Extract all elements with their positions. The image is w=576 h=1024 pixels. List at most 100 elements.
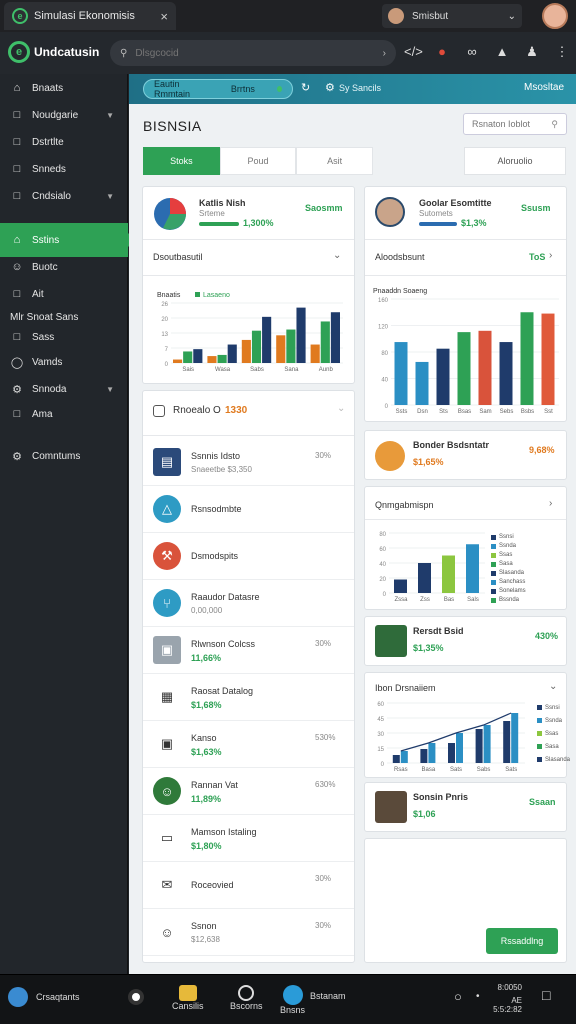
card-pct: 1,300%	[243, 218, 274, 228]
sidebar-item-11[interactable]: ⚙ Snnoda ▼	[0, 377, 128, 401]
sidebar-item-1[interactable]: □ Noudgarie ▼	[0, 103, 128, 127]
x-tick-label: Ssts	[396, 409, 408, 415]
tab-2[interactable]: Asit	[296, 147, 374, 175]
list-item[interactable]: ▦ Raosat Datalog $1,68%	[143, 674, 354, 721]
chevron-down-icon[interactable]: ⌄	[333, 250, 341, 261]
taskbar-item-4[interactable]: Bstanam	[310, 991, 346, 1001]
doc-icon: □	[13, 331, 21, 343]
sidebar-item-2[interactable]: □ Dstrtlte	[0, 130, 128, 154]
page-search-input[interactable]	[472, 119, 552, 129]
bar	[251, 330, 262, 363]
close-tab-icon[interactable]: ×	[160, 9, 168, 24]
notification-center-icon[interactable]: □	[542, 987, 550, 1003]
main-content: Eautin Rmmtain Brrtns ↻ ⚙ Sy Sancils Mso…	[129, 74, 576, 974]
sidebar-item-10[interactable]: ◯ Vamds	[0, 350, 128, 374]
refresh-icon[interactable]: ↻	[301, 81, 310, 94]
taskbar-item-0[interactable]: Crsaqtants	[8, 987, 80, 1007]
chevron-down-icon[interactable]: ⌄	[337, 403, 345, 414]
bar	[262, 316, 272, 363]
taskbar-item-2[interactable]: Bscorns	[230, 985, 263, 1011]
global-search-input[interactable]	[135, 47, 375, 59]
chevron-down-icon[interactable]: ⌄	[549, 681, 557, 692]
arrow-right-icon[interactable]: ›	[383, 48, 386, 59]
link-icon[interactable]: ∞	[464, 44, 480, 60]
section-title: Dsoutbasutil	[153, 252, 203, 262]
taskbar-item-3[interactable]: Bnsns	[280, 985, 305, 1015]
list-item-title: Roceovied	[191, 880, 234, 890]
sidebar-item-label: Mlr Snoat Sans	[10, 311, 79, 323]
list-item[interactable]: ✉ Roceovied 30%	[143, 862, 354, 909]
list-item-sub: Snaeetbe $3,350	[191, 465, 252, 474]
pill-left-label: Eautin Rmmtain	[154, 79, 191, 99]
list-item[interactable]: ☺ Ssnon $12,638 30%	[143, 909, 354, 956]
user-avatar[interactable]	[542, 3, 568, 29]
chevron-right-icon[interactable]: ›	[549, 250, 552, 261]
list-header-value: 1330	[225, 405, 248, 416]
list-item[interactable]: ☺ Rannan Vat 11,89% 630%	[143, 768, 354, 815]
tab-1[interactable]: Poud	[219, 147, 297, 175]
legend-label: Sanchass	[499, 579, 526, 585]
list-item[interactable]: ▣ Kanso $1,63% 530%	[143, 721, 354, 768]
list-item[interactable]: ▤ Ssnnis Idsto Snaeetbe $3,350 30%	[143, 439, 354, 486]
gear-icon[interactable]: ⚙	[325, 81, 335, 94]
chevron-right-icon[interactable]: ›	[549, 498, 552, 509]
app-logo[interactable]: e Undcatusin	[8, 41, 99, 63]
metric-card-7[interactable]: Sonsin Pnris $1,06 Ssaan	[364, 782, 567, 832]
chevron-down-icon: ▼	[106, 384, 114, 394]
list-item-sub: 11,66%	[191, 653, 222, 663]
sidebar-item-13[interactable]: ⚙ Comntums	[0, 444, 128, 468]
sidebar-item-7[interactable]: □ Ait	[0, 282, 128, 306]
sidebar-item-5[interactable]: ⌂ Sstins	[0, 223, 135, 257]
list-item[interactable]: ⑂ Raaudor Datasre 0,00,000	[143, 580, 354, 627]
tab-bar: Stoks Poud Asit	[143, 147, 374, 175]
list-item[interactable]: ⚒ Dsmodspits	[143, 533, 354, 580]
primary-action-button[interactable]: Rssaddlng	[486, 928, 558, 954]
portfolio-tab[interactable]: Aloruolio	[464, 147, 566, 175]
users-icon[interactable]: ♟	[524, 44, 540, 60]
sub-toolbar-right-link[interactable]: Msosltae	[524, 82, 564, 93]
bar	[418, 563, 431, 593]
section-link[interactable]: ToS	[529, 252, 545, 262]
taskbar-item-record[interactable]	[128, 989, 144, 1005]
x-tick-label: Bsbs	[521, 409, 534, 415]
card-name: Rersdt Bsid	[413, 626, 464, 636]
circle-icon[interactable]: ○	[454, 989, 462, 1004]
notification-icon[interactable]: ●	[434, 44, 450, 60]
taskbar-item-1[interactable]: Cansilis	[172, 985, 204, 1011]
clock[interactable]: 8:0050 AE 5:5:2:82	[486, 983, 522, 1014]
sidebar-item-6[interactable]: ☺ Buotc	[0, 255, 128, 279]
action-card: Rssaddlng	[364, 838, 567, 963]
browser-tab[interactable]: e Simulasi Ekonomisis ×	[4, 2, 176, 30]
code-icon[interactable]: </>	[404, 44, 423, 60]
taskbar-label: Cansilis	[172, 1001, 204, 1011]
tab-0[interactable]: Stoks	[143, 147, 220, 175]
list-item[interactable]: ▭ Mamson Istaling $1,80%	[143, 815, 354, 862]
sidebar-item-9[interactable]: □ Sass	[0, 325, 128, 349]
mode-pill[interactable]: Eautin Rmmtain Brrtns	[143, 79, 293, 99]
bar	[400, 751, 408, 763]
list-item[interactable]: △ Rsnsodmbte	[143, 486, 354, 533]
sidebar-item-label: Snneds	[32, 163, 66, 175]
sidebar-item-3[interactable]: □ Snneds	[0, 157, 128, 181]
logo-text: Undcatusin	[34, 45, 100, 59]
upload-icon[interactable]: ▲	[494, 44, 510, 60]
sidebar-item-4[interactable]: □ Cndsialo ▼	[0, 184, 128, 208]
legend-swatch	[195, 292, 200, 297]
chart-card-4: Qnmgabmispn › 0 20 40 60 80 Zssa Zss Bas Sals Ss…	[364, 486, 567, 610]
profile-switcher[interactable]: Smisbut ⌄	[382, 4, 522, 28]
metric-card-3[interactable]: Bonder Bsdsntatr $1,65% 9,68%	[364, 430, 567, 480]
legend-swatch	[537, 757, 542, 762]
monitor-icon: ▭	[153, 824, 181, 852]
card-title: Qnmgabmispn	[375, 500, 434, 510]
bar	[276, 335, 286, 363]
more-vertical-icon[interactable]: ⋮	[554, 44, 570, 60]
metric-card-5[interactable]: Rersdt Bsid $1,35% 430%	[364, 616, 567, 666]
browser-tab-bar: e Simulasi Ekonomisis × Smisbut ⌄	[0, 0, 576, 32]
bar	[394, 342, 408, 405]
bar-chart-d: 0 15 30 45 60 Rsas Basa Sats Sabs Sats	[377, 702, 525, 773]
sidebar-item-12[interactable]: □ Ama	[0, 402, 128, 426]
list-item[interactable]: ▣ Rlwnson Colcss 11,66% 30%	[143, 627, 354, 674]
sidebar-item-label: Snnoda	[32, 383, 67, 395]
search-icon[interactable]: ⚲	[551, 119, 558, 130]
sidebar-item-0[interactable]: ⌂ Bnaats	[0, 76, 128, 100]
